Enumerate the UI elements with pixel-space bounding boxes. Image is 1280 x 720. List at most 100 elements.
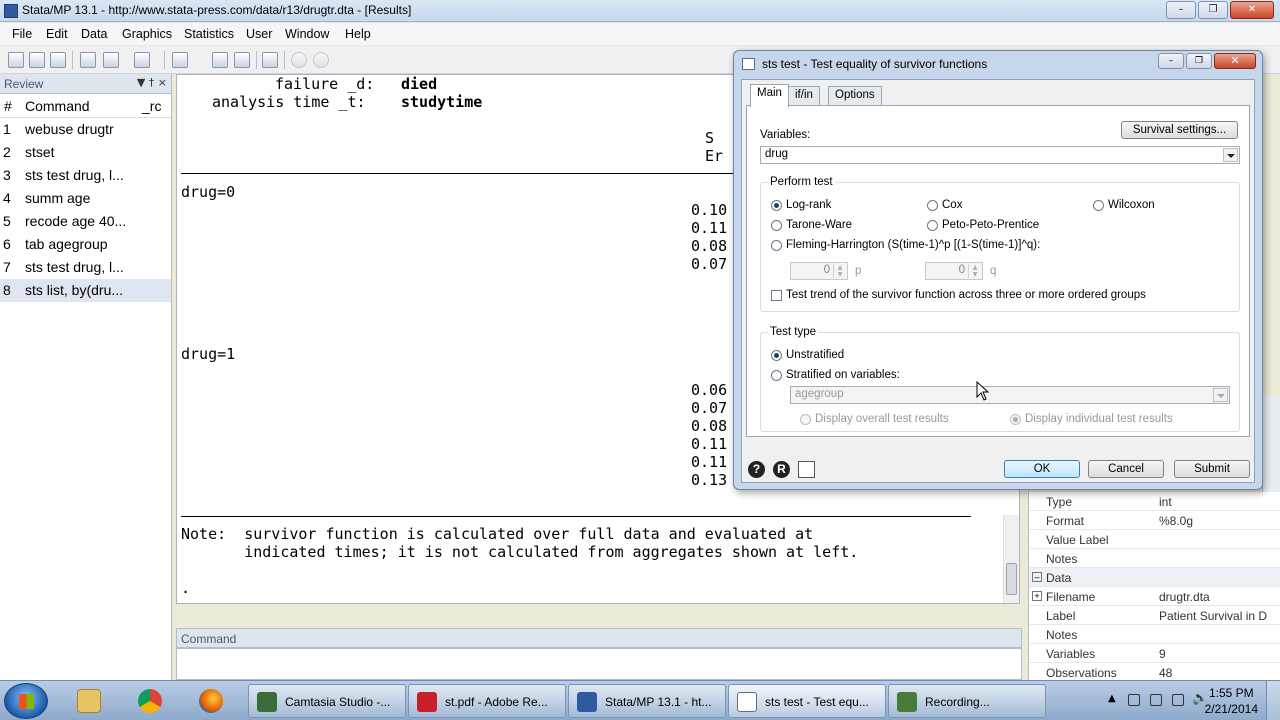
collapse-icon[interactable]: – <box>1032 572 1042 582</box>
property-row[interactable]: Type int <box>1029 492 1280 511</box>
logrank-radio[interactable] <box>771 200 782 211</box>
power-icon[interactable] <box>1150 694 1162 706</box>
review-item[interactable]: 5 recode age 40... <box>0 210 171 233</box>
review-item[interactable]: 2 stset <box>0 141 171 164</box>
q-spinner[interactable]: 0 ▲ ▼ <box>925 262 983 280</box>
menu-graphics[interactable]: Graphics <box>122 27 172 41</box>
log-icon[interactable] <box>80 52 96 68</box>
tab-main[interactable]: Main <box>750 84 789 107</box>
minimize-button[interactable]: – <box>1166 1 1196 19</box>
task-camtasia[interactable]: Camtasia Studio -... <box>248 684 406 718</box>
peto-peto-prentice-radio[interactable] <box>927 220 938 231</box>
print-icon[interactable] <box>50 52 66 68</box>
p-spinner[interactable]: 0 ▲ ▼ <box>790 262 848 280</box>
tab-options[interactable]: Options <box>828 86 882 106</box>
column-number[interactable]: # <box>4 98 12 114</box>
dialog-close-button[interactable]: ✕ <box>1214 53 1256 69</box>
open-icon[interactable] <box>8 52 24 68</box>
chevron-down-icon[interactable] <box>1213 388 1228 402</box>
strata-combo[interactable]: agegroup <box>790 386 1230 404</box>
column-rc[interactable]: _rc <box>142 98 161 114</box>
property-row[interactable]: Notes <box>1029 549 1280 568</box>
review-item[interactable]: 4 summ age <box>0 187 171 210</box>
dialog-minimize-button[interactable]: – <box>1158 53 1184 69</box>
results-scrollbar[interactable] <box>1003 515 1019 603</box>
network-icon[interactable] <box>1172 694 1184 706</box>
property-row[interactable]: Value Label <box>1029 530 1280 549</box>
menu-user[interactable]: User <box>246 27 272 41</box>
firefox-pin[interactable] <box>186 684 236 718</box>
column-command[interactable]: Command <box>25 98 90 114</box>
menu-help[interactable]: Help <box>345 27 371 41</box>
cancel-button[interactable]: Cancel <box>1088 460 1164 478</box>
command-input[interactable] <box>176 648 1022 680</box>
tab-if-in[interactable]: if/in <box>788 86 820 106</box>
property-row[interactable]: Notes <box>1029 625 1280 644</box>
viewer-icon[interactable] <box>103 52 119 68</box>
display-overall-radio[interactable] <box>800 414 811 425</box>
dialog-title-bar[interactable]: sts test - Test equality of survivor fun… <box>734 51 1262 77</box>
ok-button[interactable]: OK <box>1004 460 1080 478</box>
menu-statistics[interactable]: Statistics <box>184 27 234 41</box>
chevron-down-icon[interactable] <box>1223 148 1238 162</box>
menu-file[interactable]: File <box>12 27 32 41</box>
variables-scrollbar[interactable] <box>1262 396 1280 492</box>
break-icon[interactable] <box>313 52 329 68</box>
data-browser-icon[interactable] <box>234 52 250 68</box>
show-hidden-icons[interactable]: ▲ <box>1108 693 1120 705</box>
review-item[interactable]: 7 sts test drug, l... <box>0 256 171 279</box>
expand-icon[interactable]: + <box>1032 591 1042 601</box>
variables-manager-icon[interactable] <box>262 52 278 68</box>
spinner-arrows-icon[interactable]: ▲ ▼ <box>968 264 981 278</box>
review-pin-icons[interactable]: ▼ † × <box>137 76 167 89</box>
property-row[interactable]: Format %8.0g <box>1029 511 1280 530</box>
explorer-pin[interactable] <box>64 684 114 718</box>
task-adobe-reader[interactable]: st.pdf - Adobe Re... <box>408 684 566 718</box>
graph-icon[interactable] <box>134 52 150 68</box>
task-sts-test-dialog[interactable]: sts test - Test equ... <box>728 684 886 718</box>
tarone-ware-radio[interactable] <box>771 220 782 231</box>
task-recording[interactable]: Recording... <box>888 684 1046 718</box>
variables-combo[interactable]: drug <box>760 146 1240 164</box>
fleming-harrington-radio[interactable] <box>771 240 782 251</box>
unstratified-radio[interactable] <box>771 350 782 361</box>
trend-checkbox[interactable] <box>771 290 782 301</box>
flag-icon[interactable] <box>1128 694 1140 706</box>
submit-button[interactable]: Submit <box>1174 460 1250 478</box>
stratified-radio[interactable] <box>771 370 782 381</box>
help-icon[interactable]: ? <box>748 461 765 478</box>
menu-edit[interactable]: Edit <box>46 27 68 41</box>
task-stata[interactable]: Stata/MP 13.1 - ht... <box>568 684 726 718</box>
more-icon[interactable] <box>291 52 307 68</box>
command-panel-header: Command <box>176 628 1022 648</box>
results-scroll-thumb[interactable] <box>1006 563 1017 595</box>
property-row[interactable]: + Filename drugtr.dta <box>1029 587 1280 606</box>
spinner-arrows-icon[interactable]: ▲ ▼ <box>833 264 846 278</box>
do-file-editor-icon[interactable] <box>172 52 188 68</box>
start-button[interactable] <box>4 683 48 719</box>
data-section-header[interactable]: – Data <box>1029 568 1280 587</box>
maximize-button[interactable]: ❐ <box>1198 1 1228 19</box>
save-icon[interactable] <box>29 52 45 68</box>
reset-icon[interactable]: R <box>773 461 790 478</box>
clock[interactable]: 1:55 PM 2/21/2014 <box>1205 685 1258 717</box>
close-button[interactable]: ✕ <box>1230 1 1274 19</box>
dialog-maximize-button[interactable]: ❐ <box>1186 53 1212 69</box>
wilcoxon-radio[interactable] <box>1093 200 1104 211</box>
cox-radio[interactable] <box>927 200 938 211</box>
menu-window[interactable]: Window <box>285 27 329 41</box>
property-row[interactable]: Label Patient Survival in D <box>1029 606 1280 625</box>
volume-icon[interactable]: 🔈 <box>1192 691 1208 706</box>
review-item[interactable]: 3 sts test drug, l... <box>0 164 171 187</box>
menu-data[interactable]: Data <box>81 27 107 41</box>
data-editor-icon[interactable] <box>212 52 228 68</box>
copy-command-icon[interactable] <box>798 461 815 478</box>
chrome-pin[interactable] <box>125 684 175 718</box>
display-individual-radio[interactable] <box>1010 414 1021 425</box>
property-row[interactable]: Variables 9 <box>1029 644 1280 663</box>
survival-settings-button[interactable]: Survival settings... <box>1121 121 1238 139</box>
review-item[interactable]: 6 tab agegroup <box>0 233 171 256</box>
review-item[interactable]: 1 webuse drugtr <box>0 118 171 141</box>
review-item-selected[interactable]: 8 sts list, by(dru... <box>0 279 171 302</box>
show-desktop-button[interactable] <box>1266 681 1280 720</box>
